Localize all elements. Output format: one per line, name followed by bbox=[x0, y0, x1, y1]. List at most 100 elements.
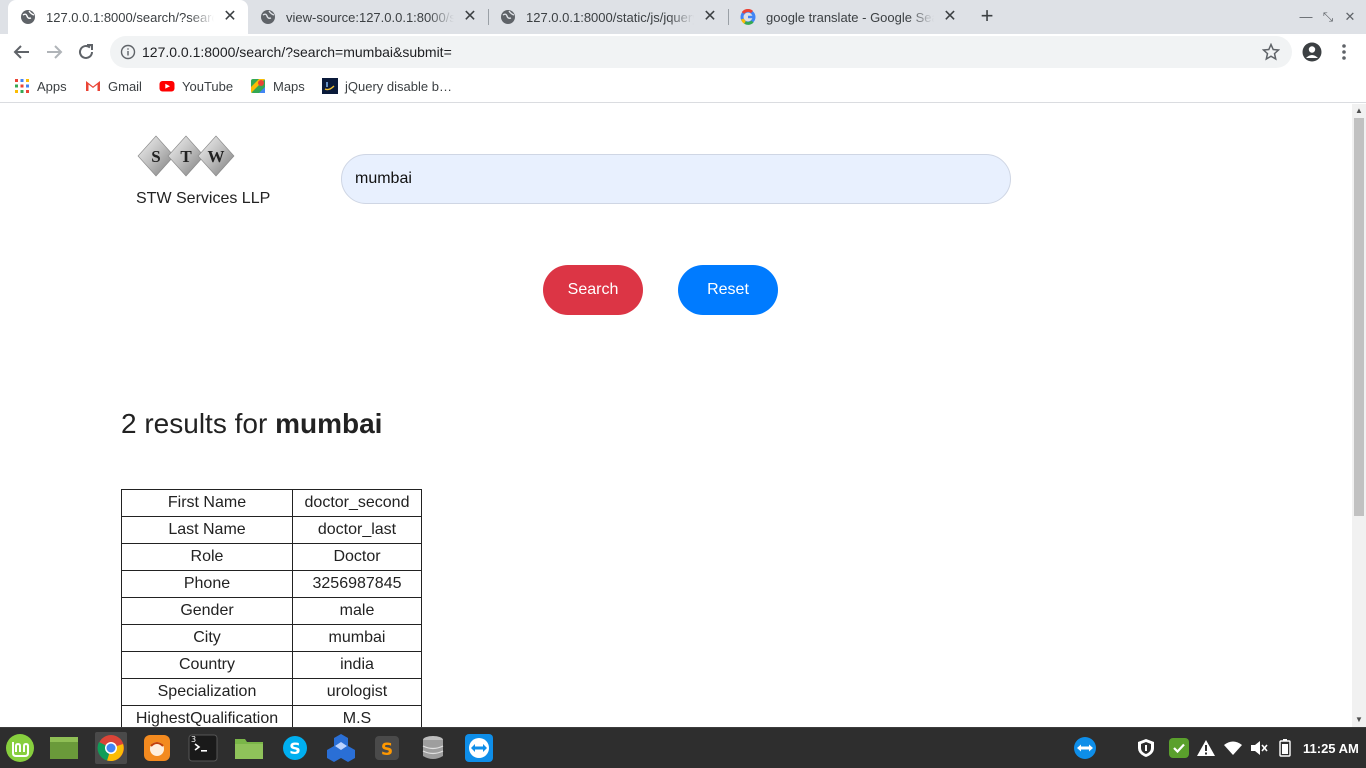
results-query: mumbai bbox=[275, 408, 383, 439]
bookmark-gmail[interactable]: Gmail bbox=[85, 70, 142, 102]
bookmark-maps[interactable]: Maps bbox=[250, 70, 305, 102]
browser-toolbar: 127.0.0.1:8000/search/?search=mumbai&sub… bbox=[0, 34, 1366, 70]
reload-button[interactable] bbox=[72, 38, 100, 66]
minimize-icon[interactable]: — bbox=[1297, 8, 1315, 26]
close-tab-icon[interactable]: ✕ bbox=[222, 9, 238, 25]
bookmark-jquery[interactable]: jQuery disable b… bbox=[322, 70, 452, 102]
bookmark-label: jQuery disable b… bbox=[345, 78, 452, 94]
close-tab-icon[interactable]: ✕ bbox=[462, 9, 478, 25]
logo-letter: S bbox=[151, 147, 160, 166]
field-value: urologist bbox=[292, 678, 422, 706]
url-text[interactable]: 127.0.0.1:8000/search/?search=mumbai&sub… bbox=[142, 36, 452, 68]
field-label: Specialization bbox=[121, 678, 293, 706]
address-bar[interactable]: 127.0.0.1:8000/search/?search=mumbai&sub… bbox=[110, 36, 1292, 68]
bookmark-apps[interactable]: Apps bbox=[14, 70, 67, 102]
sublime-text-taskbar-icon[interactable]: S bbox=[371, 732, 403, 764]
table-row: Role Doctor bbox=[121, 543, 422, 571]
close-tab-icon[interactable]: ✕ bbox=[942, 9, 958, 25]
maps-icon bbox=[250, 78, 266, 94]
profile-avatar-icon[interactable] bbox=[1302, 42, 1322, 62]
logo-letter: W bbox=[208, 147, 225, 166]
tab-title: 127.0.0.1:8000/static/js/jquery bbox=[526, 9, 694, 25]
tab-jquery-static[interactable]: 127.0.0.1:8000/static/js/jquery ✕ bbox=[488, 0, 728, 34]
bookmark-label: Apps bbox=[37, 78, 67, 94]
reload-icon bbox=[79, 44, 93, 59]
taskbar-clock[interactable]: 11:25 AM bbox=[1303, 728, 1359, 768]
scroll-up-arrow-icon[interactable]: ▲ bbox=[1352, 104, 1366, 118]
google-icon bbox=[740, 9, 756, 25]
page-scrollbar[interactable]: ▲ ▼ bbox=[1352, 104, 1366, 727]
field-value: Doctor bbox=[292, 543, 422, 571]
volume-icon[interactable] bbox=[1249, 738, 1269, 758]
bookmark-star-icon bbox=[1262, 43, 1280, 61]
table-row: Last Name doctor_last bbox=[121, 516, 422, 544]
chrome-taskbar-icon[interactable] bbox=[95, 732, 127, 764]
restore-icon[interactable]: ⤡ bbox=[1319, 8, 1337, 26]
database-taskbar-icon[interactable] bbox=[417, 732, 449, 764]
bookmark-label: Gmail bbox=[108, 78, 142, 94]
skype-taskbar-icon[interactable]: S bbox=[279, 732, 311, 764]
teamviewer-tray-icon[interactable] bbox=[1073, 736, 1097, 760]
files-taskbar-icon[interactable] bbox=[233, 732, 265, 764]
stw-logo: S T W bbox=[137, 135, 235, 177]
info-icon bbox=[120, 44, 136, 60]
field-value: mumbai bbox=[292, 624, 422, 652]
tab-google-translate[interactable]: google translate - Google Sea ✕ bbox=[728, 0, 968, 34]
jquery-icon bbox=[322, 78, 338, 94]
tab-view-source[interactable]: view-source:127.0.0.1:8000/se ✕ bbox=[248, 0, 488, 34]
field-value: male bbox=[292, 597, 422, 625]
tab-search-page[interactable]: 127.0.0.1:8000/search/?search ✕ bbox=[8, 0, 248, 34]
tab-title: 127.0.0.1:8000/search/?search bbox=[46, 9, 214, 25]
bookmarks-bar: Apps Gmail YouTube Maps jQuery disable b… bbox=[0, 70, 1366, 103]
field-label: Role bbox=[121, 543, 293, 571]
battery-icon[interactable] bbox=[1275, 738, 1295, 758]
close-window-icon[interactable]: ✕ bbox=[1341, 8, 1359, 26]
field-value: M.S bbox=[292, 705, 422, 727]
os-taskbar: 3 S S 11:25 AM bbox=[0, 727, 1366, 768]
menu-kebab-icon[interactable] bbox=[1334, 42, 1354, 62]
company-name: STW Services LLP bbox=[136, 190, 271, 207]
field-label: Country bbox=[121, 651, 293, 679]
field-value: doctor_last bbox=[292, 516, 422, 544]
table-row: First Name doctor_second bbox=[121, 489, 422, 517]
gmail-icon bbox=[85, 78, 101, 94]
teamviewer-taskbar-icon[interactable] bbox=[463, 732, 495, 764]
firefox-taskbar-icon[interactable] bbox=[141, 732, 173, 764]
linux-mint-menu-icon[interactable] bbox=[4, 732, 36, 764]
field-value: india bbox=[292, 651, 422, 679]
field-label: HighestQualification bbox=[121, 705, 293, 727]
field-label: Phone bbox=[121, 570, 293, 598]
security-shield-icon[interactable] bbox=[1136, 738, 1156, 758]
bookmark-youtube[interactable]: YouTube bbox=[159, 70, 233, 102]
logo-letter: T bbox=[180, 147, 192, 166]
close-tab-icon[interactable]: ✕ bbox=[702, 9, 718, 25]
field-label: Gender bbox=[121, 597, 293, 625]
arrow-left-icon bbox=[13, 45, 29, 59]
show-desktop-icon[interactable] bbox=[48, 732, 80, 764]
reset-button[interactable]: Reset bbox=[678, 265, 778, 315]
warning-icon[interactable] bbox=[1196, 738, 1216, 758]
forward-button[interactable] bbox=[40, 38, 68, 66]
globe-icon bbox=[500, 9, 516, 25]
table-row: City mumbai bbox=[121, 624, 422, 652]
bookmark-label: Maps bbox=[273, 78, 305, 94]
table-row: Country india bbox=[121, 651, 422, 679]
app-launcher-taskbar-icon[interactable] bbox=[325, 732, 357, 764]
svg-text:S: S bbox=[289, 739, 301, 758]
new-tab-button[interactable]: + bbox=[975, 5, 999, 29]
web-page: S T W STW Services LLP Search Reset 2 re… bbox=[0, 104, 1352, 727]
scrollbar-thumb[interactable] bbox=[1354, 118, 1364, 516]
field-value: 3256987845 bbox=[292, 570, 422, 598]
arrow-right-icon bbox=[47, 45, 63, 59]
update-check-icon[interactable] bbox=[1168, 737, 1190, 759]
terminal-taskbar-icon[interactable]: 3 bbox=[187, 732, 219, 764]
youtube-icon bbox=[159, 78, 175, 94]
back-button[interactable] bbox=[8, 38, 36, 66]
search-input[interactable] bbox=[341, 154, 1011, 204]
scroll-down-arrow-icon[interactable]: ▼ bbox=[1352, 713, 1366, 727]
search-button[interactable]: Search bbox=[543, 265, 643, 315]
table-row: Specialization urologist bbox=[121, 678, 422, 706]
browser-tab-strip: 127.0.0.1:8000/search/?search ✕ view-sou… bbox=[0, 0, 1366, 34]
wifi-icon[interactable] bbox=[1223, 738, 1243, 758]
apps-grid-icon bbox=[14, 78, 30, 94]
